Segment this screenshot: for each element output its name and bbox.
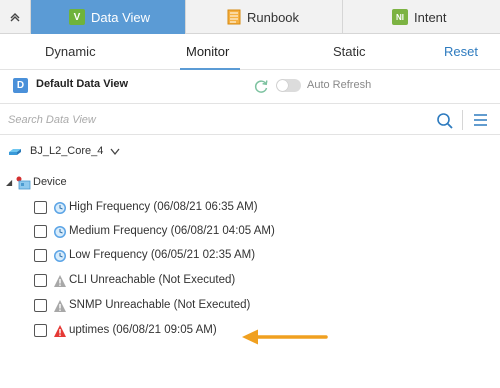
tab-data-view-label: Data View [91,9,151,25]
tree-expand-icon[interactable]: ◢ [6,178,12,187]
list-item[interactable]: Medium Frequency (06/08/21 04:05 AM) [0,220,500,244]
item-checkbox[interactable] [34,324,47,337]
item-checkbox[interactable] [34,225,47,238]
item-label: uptimes (06/08/21 09:05 AM) [69,324,217,336]
collapse-button[interactable] [0,0,31,34]
auto-refresh-toggle[interactable] [276,79,301,92]
search-bar [0,103,500,135]
tab-runbook[interactable]: Runbook [186,0,342,34]
item-checkbox[interactable] [34,299,47,312]
tab-runbook-label: Runbook [247,9,300,25]
reset-button[interactable]: Reset [444,44,478,59]
list-item[interactable]: High Frequency (06/08/21 06:35 AM) [0,196,500,220]
search-input[interactable] [8,108,428,132]
item-label: SNMP Unreachable (Not Executed) [69,299,251,311]
runbook-icon [227,9,241,25]
subtab-dynamic[interactable]: Dynamic [45,44,96,59]
tree-root-label: Device [33,176,67,188]
item-checkbox[interactable] [34,249,47,262]
warning-red-icon [54,325,66,337]
data-view-title[interactable]: Default Data View [36,78,128,90]
item-checkbox[interactable] [34,201,47,214]
warning-gray-icon [54,275,66,287]
item-checkbox[interactable] [34,274,47,287]
data-view-header: D Default Data View Auto Refresh [0,70,500,102]
search-icon[interactable] [436,112,454,130]
tab-data-view[interactable]: V Data View [31,0,185,34]
subtab-monitor[interactable]: Monitor [186,44,229,59]
item-label: CLI Unreachable (Not Executed) [69,274,236,286]
item-label: Low Frequency (06/05/21 02:35 AM) [69,249,256,261]
chevron-up-icon [10,13,20,22]
top-tab-bar: V Data View Runbook NI Intent [0,0,500,34]
warning-gray-icon [54,300,66,312]
auto-refresh-label: Auto Refresh [307,79,372,91]
clock-icon [54,202,66,214]
clock-icon [54,250,66,262]
data-view-icon: D [13,78,28,93]
device-group-label: BJ_L2_Core_4 [30,145,104,157]
device-group-selector[interactable]: BJ_L2_Core_4 [0,140,500,164]
menu-icon[interactable] [473,113,488,127]
refresh-icon[interactable] [253,78,269,94]
list-item[interactable]: SNMP Unreachable (Not Executed) [0,294,500,318]
tab-intent-label: Intent [414,9,447,25]
divider [462,110,463,130]
list-item[interactable]: CLI Unreachable (Not Executed) [0,269,500,293]
device-folder-icon [16,176,31,190]
item-label: Medium Frequency (06/08/21 04:05 AM) [69,225,275,237]
clock-icon [54,226,66,238]
chevron-down-icon [110,148,120,156]
data-view-badge-icon: V [69,9,85,25]
list-item[interactable]: Low Frequency (06/05/21 02:35 AM) [0,244,500,268]
tree-root-device[interactable]: ◢ Device [0,174,500,192]
intent-badge-icon: NI [392,9,408,25]
annotation-arrow-icon [242,329,328,345]
tab-intent[interactable]: NI Intent [343,0,500,34]
device-group-icon [9,149,21,155]
subtab-static[interactable]: Static [333,44,366,59]
item-label: High Frequency (06/08/21 06:35 AM) [69,201,258,213]
sub-tab-bar: Dynamic Monitor Static Reset [0,34,500,70]
